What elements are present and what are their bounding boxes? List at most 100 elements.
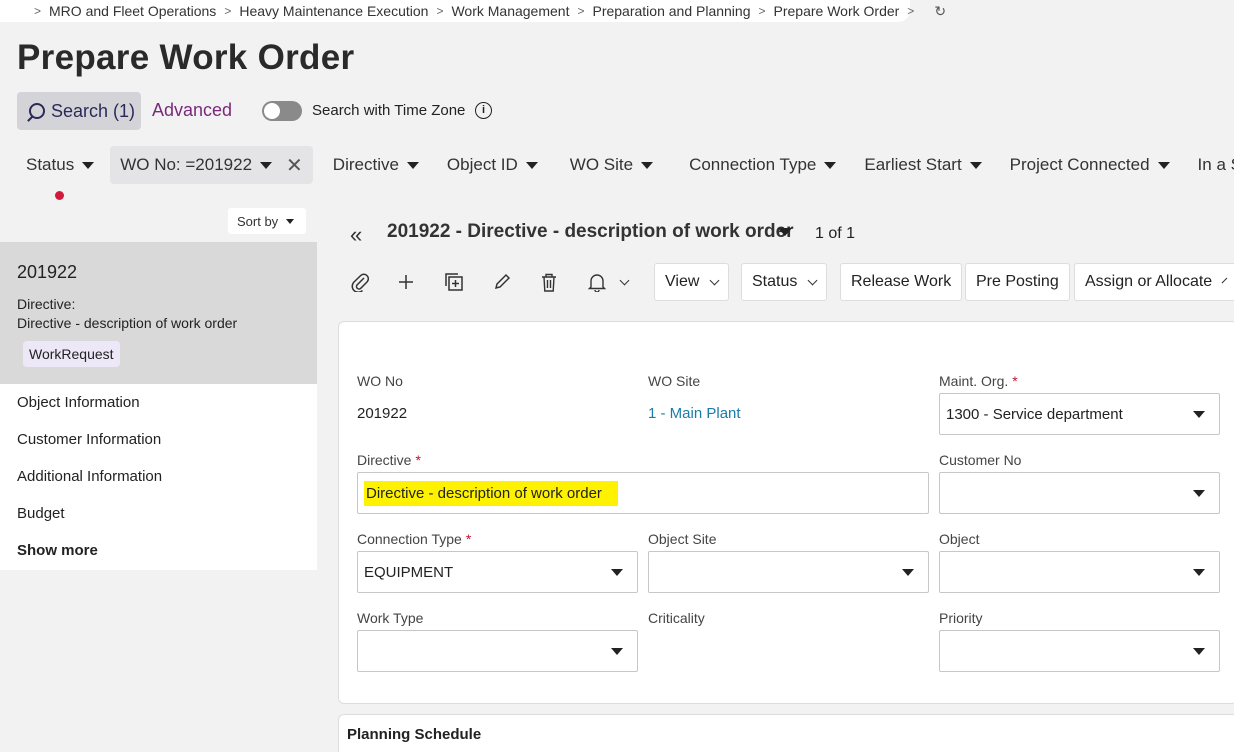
breadcrumb-item[interactable]: Prepare Work Order [774, 3, 900, 19]
record-number: 201922 [17, 262, 78, 282]
filter-project-connected[interactable]: Project Connected [996, 146, 1184, 184]
close-icon[interactable]: ✕ [286, 153, 303, 178]
notification-bell-icon[interactable] [585, 270, 609, 294]
chevron-down-icon[interactable] [612, 270, 636, 294]
required-marker: * [415, 452, 421, 468]
filter-object-id[interactable]: Object ID [433, 146, 552, 184]
delete-icon[interactable] [537, 270, 561, 294]
object-label: Object [939, 531, 980, 547]
wo-site-link[interactable]: 1 - Main Plant [648, 405, 741, 422]
chevron-down-icon [709, 275, 720, 285]
filter-label: Earliest Start [864, 155, 962, 174]
filter-directive[interactable]: Directive [319, 146, 433, 184]
duplicate-icon[interactable] [442, 270, 466, 294]
view-button[interactable]: View [654, 263, 730, 301]
assign-label: Assign or Allocate [1085, 273, 1213, 290]
object-select[interactable] [939, 551, 1220, 593]
nav-item-budget[interactable]: Budget [0, 495, 317, 532]
filter-earliest-start[interactable]: Earliest Start [850, 146, 995, 184]
priority-select[interactable] [939, 630, 1220, 672]
record-directive: Directive - description of work order [17, 315, 238, 331]
pre-posting-label: Pre Posting [976, 273, 1059, 290]
caret-down-icon [1193, 648, 1205, 655]
chevron-right-icon: > [577, 4, 585, 18]
view-button-label: View [665, 273, 700, 290]
filter-label: WO Site [569, 155, 634, 174]
filter-label: Connection Type [689, 155, 817, 174]
filter-wo-site[interactable]: WO Site [552, 146, 667, 184]
customer-no-select[interactable] [939, 472, 1220, 514]
add-icon[interactable] [394, 270, 418, 294]
status-button[interactable]: Status [741, 263, 828, 301]
record-card[interactable]: 201922 Directive: Directive - descriptio… [0, 242, 317, 384]
required-marker: * [465, 531, 472, 547]
caret-down-icon [406, 161, 419, 169]
release-work-label: Release Work [851, 273, 952, 290]
filter-label: WO No: =201922 [120, 155, 253, 174]
timezone-toggle[interactable] [262, 101, 302, 121]
criticality-label: Criticality [648, 610, 705, 626]
collapse-panel-icon[interactable]: « [350, 222, 362, 248]
caret-down-icon [525, 161, 538, 169]
advanced-search-link[interactable]: Advanced [152, 100, 232, 121]
chevron-right-icon: > [758, 4, 766, 18]
customer-no-label: Customer No [939, 452, 1022, 468]
filter-status[interactable]: Status [0, 146, 108, 184]
nav-item-additional-information[interactable]: Additional Information [0, 458, 317, 495]
search-button[interactable]: Search (1) [17, 92, 141, 200]
info-icon[interactable]: i [475, 102, 492, 119]
required-marker: * [1012, 373, 1018, 389]
chevron-right-icon: > [224, 4, 232, 18]
work-order-form: WO No 201922 WO Site 1 - Main Plant Main… [338, 321, 1234, 704]
search-button-label: Search (1) [51, 100, 136, 121]
filter-label: Object ID [446, 155, 518, 174]
filter-label: Project Connected [1009, 155, 1150, 174]
sort-by-button[interactable]: Sort by [228, 208, 306, 234]
filter-label: In a Stru [1197, 155, 1234, 174]
caret-down-icon [286, 218, 295, 224]
breadcrumb-item[interactable]: Work Management [451, 3, 569, 19]
pre-posting-button[interactable]: Pre Posting [965, 263, 1070, 301]
filter-in-a-structure[interactable]: In a Stru [1184, 146, 1234, 184]
chevron-down-icon [1221, 277, 1228, 283]
attachment-icon[interactable] [348, 270, 372, 294]
status-button-label: Status [752, 273, 798, 290]
filter-label: Status [26, 155, 75, 174]
caret-down-icon [824, 161, 837, 169]
nav-item-object-information[interactable]: Object Information [0, 384, 317, 421]
breadcrumb-item[interactable]: MRO and Fleet Operations [49, 3, 216, 19]
connection-type-select[interactable]: EQUIPMENT [357, 551, 638, 593]
filter-connection-type[interactable]: Connection Type [667, 146, 850, 184]
wo-site-label: WO Site [648, 373, 701, 389]
wo-no-label: WO No [357, 373, 403, 389]
refresh-icon[interactable]: ↻ [934, 3, 946, 20]
release-work-button[interactable]: Release Work [840, 263, 963, 301]
chevron-right-icon: > [907, 4, 915, 18]
record-selector-caret-icon[interactable] [778, 228, 792, 236]
sort-by-label: Sort by [237, 213, 279, 229]
assign-or-allocate-button[interactable]: Assign or Allocate [1074, 263, 1234, 301]
caret-down-icon [641, 161, 654, 169]
maint-org-value: 1300 - Service department [946, 405, 1123, 423]
filter-wo-no[interactable]: WO No: =201922 ✕ [110, 146, 313, 184]
toggle-knob [264, 103, 280, 119]
directive-input[interactable]: Directive - description of work order [357, 472, 929, 514]
priority-label: Priority [939, 610, 983, 626]
planning-schedule-section[interactable]: Planning Schedule [338, 714, 1234, 752]
show-more-link[interactable]: Show more [0, 532, 317, 569]
work-type-select[interactable] [357, 630, 638, 672]
status-badge: WorkRequest [23, 341, 120, 367]
edit-icon[interactable] [490, 270, 514, 294]
caret-down-icon [611, 648, 623, 655]
caret-down-icon [611, 569, 623, 576]
breadcrumb-item[interactable]: Preparation and Planning [592, 3, 750, 19]
wo-no-value: 201922 [357, 405, 408, 422]
directive-value: Directive - description of work order [364, 480, 618, 506]
breadcrumb-item[interactable]: Heavy Maintenance Execution [239, 3, 428, 19]
nav-item-customer-information[interactable]: Customer Information [0, 421, 317, 458]
object-site-select[interactable] [648, 551, 929, 593]
maint-org-select[interactable]: 1300 - Service department [939, 393, 1220, 435]
connection-type-label: Connection Type * [357, 531, 472, 547]
caret-down-icon [1193, 490, 1205, 497]
caret-down-icon [260, 161, 273, 169]
